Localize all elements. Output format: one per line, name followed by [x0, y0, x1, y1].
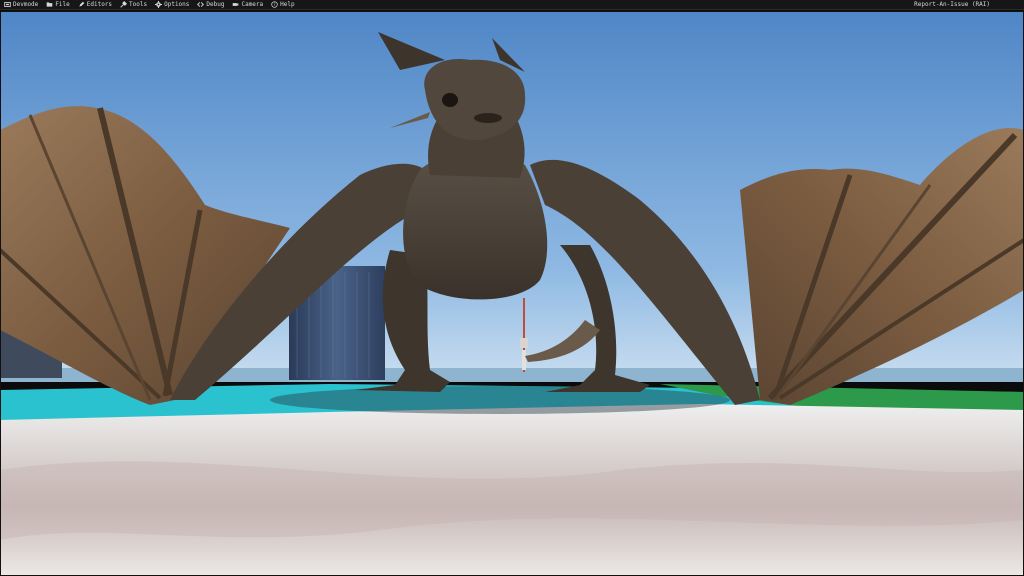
- camera-icon: [233, 3, 239, 6]
- game-viewport[interactable]: [0, 11, 1024, 576]
- report-an-issue-label: Report-An-Issue (RAI): [914, 0, 990, 8]
- menu-help-label: Help: [280, 0, 295, 8]
- menu-debug-label: Debug: [206, 0, 225, 8]
- menu-tools[interactable]: Tools: [116, 0, 151, 10]
- scene-canvas: [0, 11, 1024, 576]
- help-icon: ?: [271, 1, 278, 8]
- menu-tools-label: Tools: [129, 0, 148, 8]
- folder-icon: [46, 2, 53, 7]
- menu-help[interactable]: ? Help: [267, 0, 298, 10]
- menu-file[interactable]: File: [42, 0, 73, 10]
- report-an-issue-button[interactable]: Report-An-Issue (RAI): [910, 0, 1024, 10]
- menu-devmode-label: Devmode: [13, 0, 39, 8]
- menu-editors[interactable]: Editors: [74, 0, 116, 10]
- menu-options[interactable]: Options: [151, 0, 193, 10]
- menu-devmode[interactable]: Devmode: [0, 0, 42, 10]
- menu-options-label: Options: [164, 0, 190, 8]
- pencil-icon: [79, 1, 85, 7]
- menu-debug[interactable]: Debug: [193, 0, 228, 10]
- svg-text:?: ?: [274, 2, 276, 7]
- devmode-icon: [4, 1, 11, 8]
- menu-bar: Devmode File Editors Tools Options Debug…: [0, 0, 1024, 10]
- gear-icon: [155, 1, 163, 8]
- menu-editors-label: Editors: [86, 0, 113, 8]
- tools-icon: [120, 1, 128, 8]
- dragon-shadow: [270, 386, 730, 414]
- menu-camera-label: Camera: [241, 0, 264, 8]
- menu-file-label: File: [55, 0, 70, 8]
- menu-camera[interactable]: Camera: [228, 0, 267, 10]
- code-icon: [197, 2, 205, 7]
